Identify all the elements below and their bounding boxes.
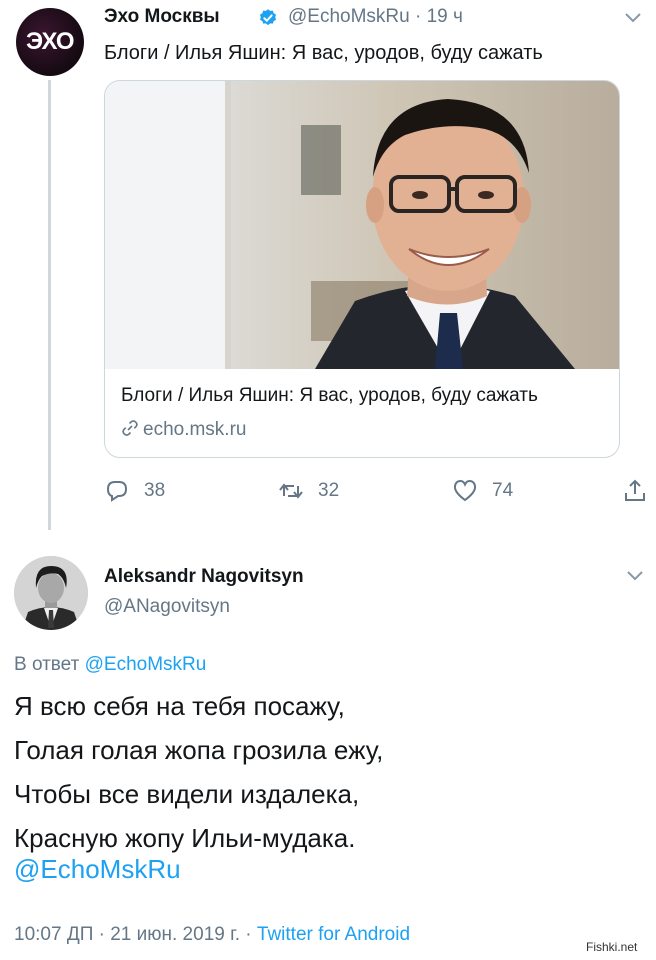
- reply-button[interactable]: 38: [104, 478, 165, 504]
- card-photo: [105, 81, 619, 369]
- reply-to-prefix: В ответ: [14, 654, 80, 675]
- chevron-down-icon[interactable]: [626, 570, 644, 582]
- like-count: 74: [492, 480, 514, 501]
- reply-to-line: В ответ @EchoMskRu: [14, 654, 206, 676]
- reply-icon: [106, 481, 128, 502]
- aleksandr-avatar[interactable]: [14, 556, 88, 630]
- retweet-icon: [279, 483, 303, 499]
- verified-badge-icon: [260, 9, 276, 26]
- reply-author-handle[interactable]: @ANagovitsyn: [104, 596, 230, 618]
- tweet-source[interactable]: Twitter for Android: [257, 924, 410, 945]
- heart-icon: [453, 479, 477, 502]
- tweet-meta: 10:07 ДП · 21 июн. 2019 г. · Twitter for…: [14, 924, 410, 946]
- reply-text-line: Голая голая жопа грозила ежу,: [14, 735, 384, 765]
- tweet-time[interactable]: · 19 ч: [415, 6, 463, 27]
- echo-avatar[interactable]: ЭХО: [16, 8, 84, 76]
- reply-to-mention[interactable]: @EchoMskRu: [85, 654, 207, 675]
- link-icon: [122, 420, 138, 436]
- share-button[interactable]: [622, 478, 648, 504]
- chevron-down-icon[interactable]: [624, 12, 642, 24]
- card-domain: echo.msk.ru: [121, 419, 246, 441]
- reply-count: 38: [144, 480, 166, 501]
- reply-author-name[interactable]: Aleksandr Nagovitsyn: [104, 566, 304, 588]
- tweet-author-name[interactable]: Эхо Москвы: [104, 6, 220, 28]
- retweet-count: 32: [318, 480, 340, 501]
- link-card[interactable]: Блоги / Илья Яшин: Я вас, уродов, буду с…: [104, 80, 620, 458]
- tweet-timestamp[interactable]: 10:07 ДП · 21 июн. 2019 г. ·: [14, 924, 252, 945]
- avatar-logo-text: ЭХО: [26, 28, 75, 55]
- card-domain-text: echo.msk.ru: [143, 419, 247, 440]
- reply-text-line: Чтобы все видели издалека,: [14, 779, 360, 809]
- thread-line: [48, 80, 51, 530]
- card-title: Блоги / Илья Яшин: Я вас, уродов, буду с…: [121, 385, 538, 406]
- tweet-handle-time[interactable]: @EchoMskRu · 19 ч: [288, 6, 463, 28]
- tweet-handle[interactable]: @EchoMskRu: [288, 6, 410, 27]
- retweet-button[interactable]: 32: [278, 478, 339, 504]
- watermark: Fishki.net: [586, 940, 638, 954]
- like-button[interactable]: 74: [452, 478, 513, 504]
- reply-text-line: Я всю себя на тебя посажу,: [14, 691, 345, 721]
- reply-mention-link[interactable]: @EchoMskRu: [14, 854, 181, 885]
- share-icon: [625, 479, 645, 501]
- reply-text: Я всю себя на тебя посажу, Голая голая ж…: [14, 684, 383, 860]
- tweet-text: Блоги / Илья Яшин: Я вас, уродов, буду с…: [104, 42, 543, 64]
